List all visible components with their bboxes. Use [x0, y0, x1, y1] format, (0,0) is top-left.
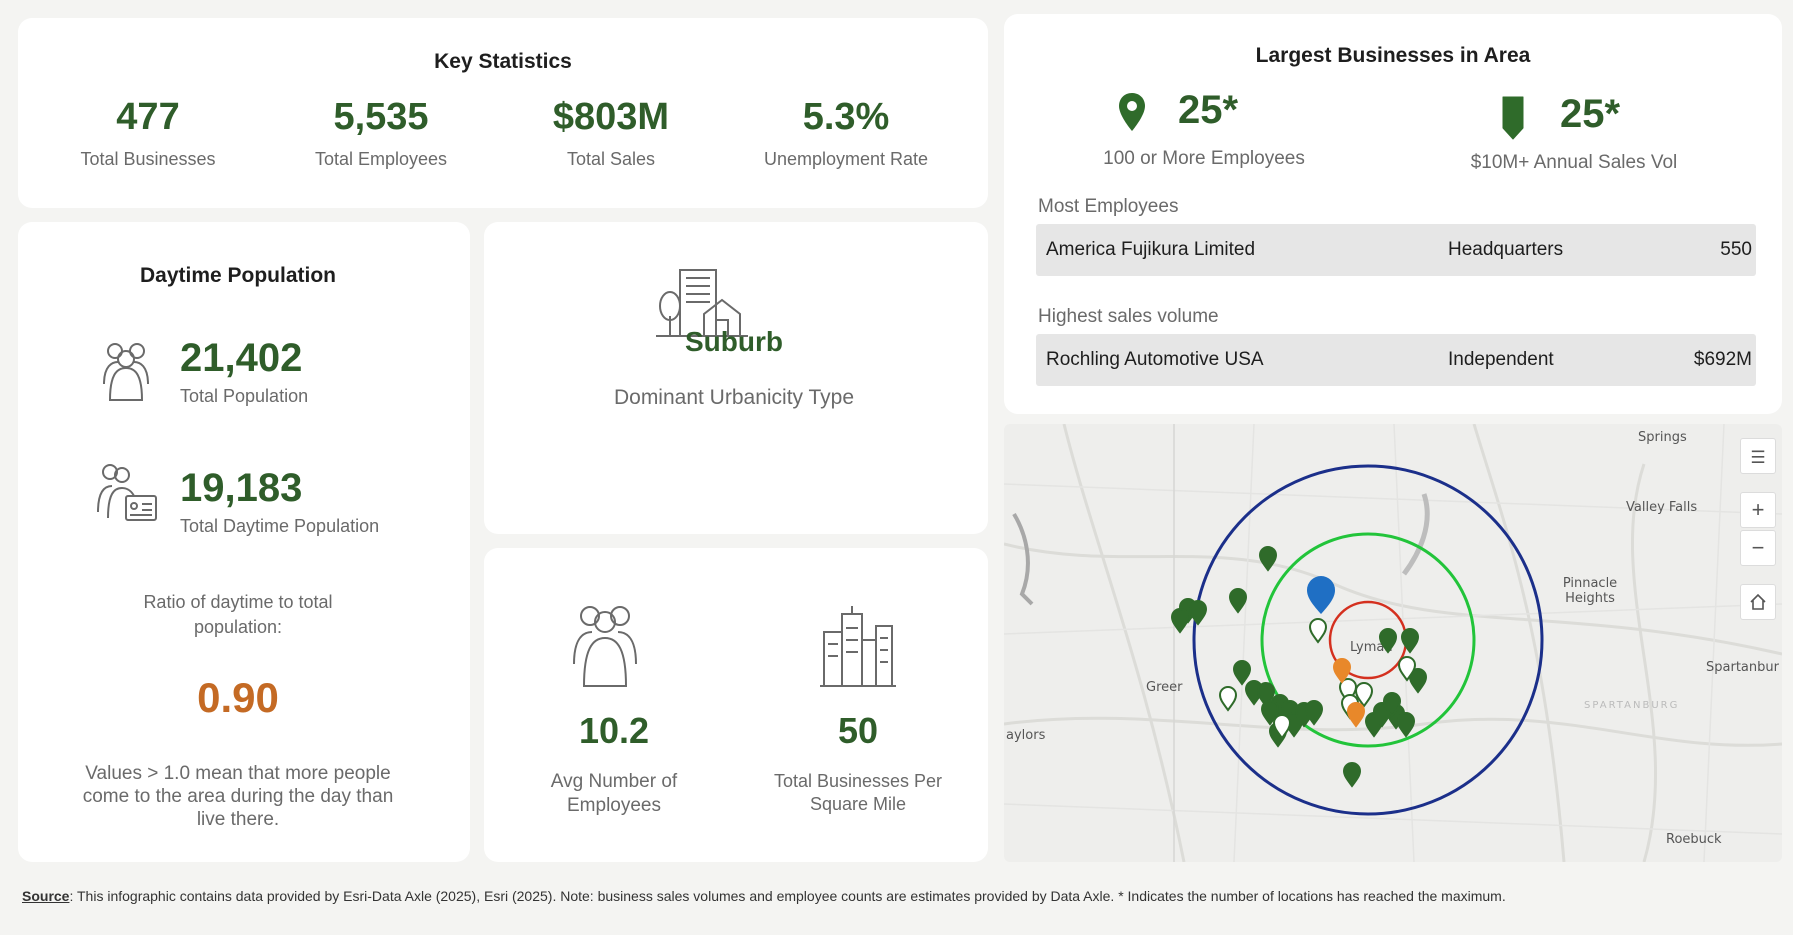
business-value: 550 [1720, 239, 1752, 260]
business-pin[interactable] [1218, 686, 1238, 712]
urbanicity-panel: Suburb Dominant Urbanicity Type [484, 222, 988, 534]
business-pins [1170, 546, 1428, 788]
stat-total-businesses: 477 Total Businesses [33, 96, 263, 170]
business-pin[interactable] [1258, 546, 1278, 572]
marker-icon [1502, 96, 1524, 140]
location-pin-icon [1119, 93, 1145, 131]
ratio-value: 0.90 [197, 674, 279, 721]
largest-businesses-title: Largest Businesses in Area [1255, 44, 1531, 67]
business-pin[interactable] [1396, 712, 1416, 738]
business-pin[interactable] [1346, 702, 1366, 728]
stat-total-sales: $803M Total Sales [496, 96, 726, 170]
business-pin[interactable] [1342, 762, 1362, 788]
daytime-population-label: Total Daytime Population [180, 516, 380, 536]
urbanicity-label: Dominant Urbanicity Type [613, 386, 855, 409]
avg-employees-label: Avg Number of Employees [550, 771, 678, 816]
business-name: America Fujikura Limited [1046, 239, 1256, 260]
zoom-in-button[interactable]: + [1740, 492, 1776, 528]
population-icon [103, 343, 149, 401]
legend-list-button[interactable]: ☰ [1740, 438, 1776, 474]
business-pin[interactable] [1308, 618, 1328, 644]
stat-value: 5,535 [333, 96, 429, 138]
business-pin[interactable] [1400, 628, 1420, 654]
business-name: Rochling Automotive USA [1046, 349, 1264, 370]
stat-label: Unemployment Rate [763, 149, 929, 169]
daytime-population-panel: Daytime Population 21,402 Total Populati… [18, 222, 470, 862]
business-type: Headquarters [1448, 239, 1564, 260]
business-map[interactable]: Springs Valley Falls Pinnacle Heights Sp… [1004, 424, 1782, 862]
business-pin[interactable] [1378, 628, 1398, 654]
business-type: Independent [1448, 349, 1554, 370]
sales-count-label: $10M+ Annual Sales Vol [1470, 152, 1678, 173]
list-icon: ☰ [1750, 448, 1766, 467]
home-icon [1750, 593, 1766, 610]
stat-value: $803M [552, 96, 670, 138]
employees-count-label: 100 or More Employees [1103, 148, 1305, 169]
total-population-label: Total Population [180, 386, 309, 406]
stat-unemployment-rate: 5.3% Unemployment Rate [731, 96, 961, 170]
employees-icon [573, 606, 637, 687]
businesses-per-sq-mile-label: Total Businesses Per Square Mile [773, 771, 943, 814]
daytime-population-icon [97, 464, 157, 521]
business-pin[interactable] [1170, 608, 1190, 634]
business-pin[interactable] [1228, 588, 1248, 614]
stat-total-employees: 5,535 Total Employees [266, 96, 496, 170]
business-density-panel: 10.2 Avg Number of Employees 50 Total Bu… [484, 548, 988, 862]
home-button[interactable] [1740, 584, 1776, 620]
business-value: $692M [1693, 349, 1752, 370]
key-statistics-panel: Key Statistics 477 Total Businesses 5,53… [18, 18, 988, 208]
stat-label: Total Sales [566, 149, 656, 169]
source-note: Source: This infographic contains data p… [22, 886, 1762, 906]
urbanicity-value: Suburb [685, 326, 783, 357]
key-statistics-title: Key Statistics [434, 50, 572, 73]
stat-label: Total Businesses [80, 149, 216, 169]
ratio-label: Ratio of daytime to total population: [143, 592, 333, 637]
most-employees-heading: Most Employees [1038, 196, 1179, 217]
employees-count-value: 25* [1178, 88, 1239, 132]
stat-value: 477 [116, 96, 180, 138]
stat-value: 5.3% [802, 96, 890, 138]
business-pin[interactable] [1232, 660, 1252, 686]
largest-businesses-panel: Largest Businesses in Area 25* 100 or Mo… [1004, 14, 1782, 414]
avg-employees-value: 10.2 [578, 710, 650, 751]
highest-sales-heading: Highest sales volume [1038, 306, 1219, 327]
zoom-out-button[interactable]: − [1740, 530, 1776, 566]
daytime-population-value: 19,183 [180, 466, 303, 510]
source-text: : This infographic contains data provide… [69, 888, 1506, 904]
city-buildings-icon [820, 606, 896, 687]
sales-count-value: 25* [1560, 92, 1621, 136]
businesses-per-sq-mile-value: 50 [837, 710, 879, 751]
total-population-value: 21,402 [180, 336, 303, 380]
business-pin[interactable] [1188, 600, 1208, 626]
daytime-population-title: Daytime Population [139, 264, 337, 287]
source-link[interactable]: Source [22, 888, 69, 904]
ratio-note: Values > 1.0 mean that more people come … [82, 763, 394, 830]
stat-label: Total Employees [314, 149, 448, 169]
most-employees-row[interactable]: America Fujikura Limited Headquarters 55… [1036, 224, 1756, 276]
site-location-pin[interactable] [1307, 576, 1335, 614]
highest-sales-row[interactable]: Rochling Automotive USA Independent $692… [1036, 334, 1756, 386]
